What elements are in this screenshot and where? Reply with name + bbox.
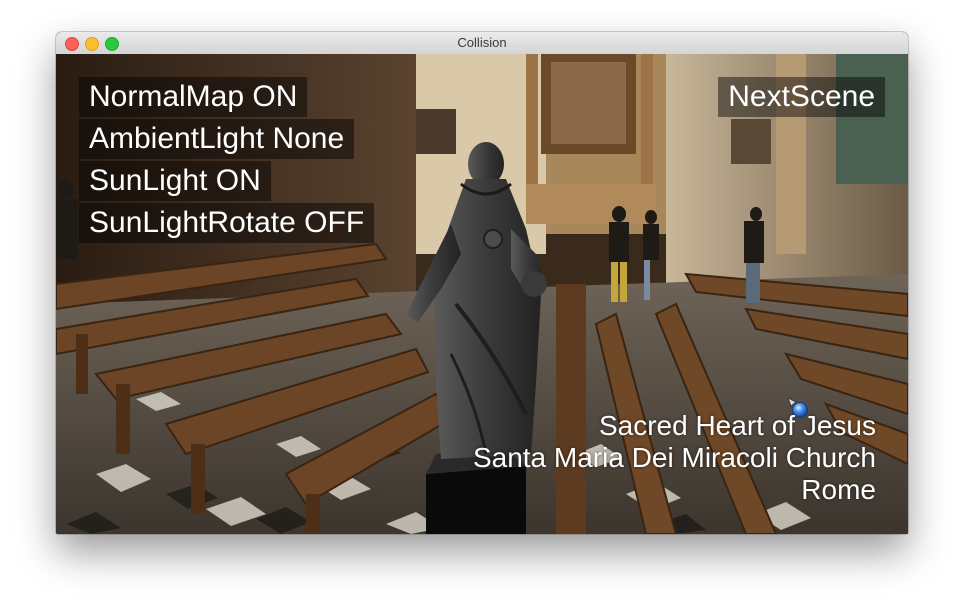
- caption-city: Rome: [801, 474, 876, 505]
- sun-light-rotate-toggle[interactable]: SunLightRotate OFF: [79, 203, 375, 243]
- next-scene-button[interactable]: NextScene: [718, 77, 885, 117]
- ambient-light-toggle[interactable]: AmbientLight None: [79, 119, 355, 159]
- title-bar[interactable]: Collision: [56, 32, 908, 55]
- sun-light-toggle[interactable]: SunLight ON: [79, 161, 271, 201]
- window-title: Collision: [457, 35, 507, 50]
- caption-location: Santa Maria Dei Miracoli Church: [472, 442, 876, 473]
- normal-map-toggle[interactable]: NormalMap ON: [79, 77, 308, 117]
- 3d-viewport[interactable]: NormalMap ON AmbientLight None SunLight …: [56, 54, 908, 534]
- app-window: Collision NormalMap ON AmbientLight None…: [56, 32, 908, 534]
- caption-title: Sacred Heart of Jesus: [598, 410, 876, 441]
